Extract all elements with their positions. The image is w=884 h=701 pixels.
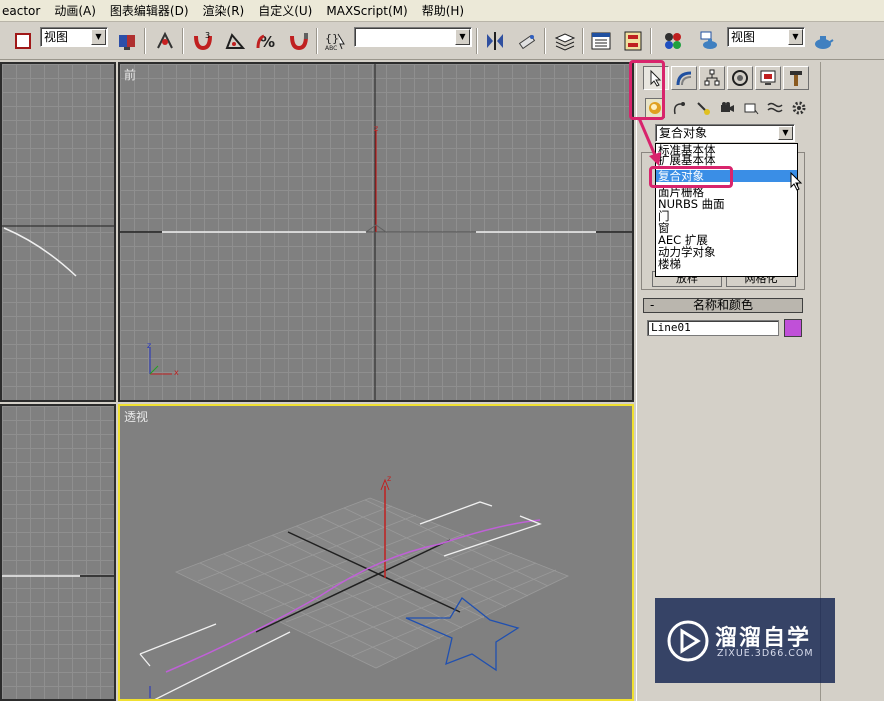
viewport-perspective[interactable]: 透视 z [118, 404, 634, 701]
object-color-swatch[interactable] [784, 319, 802, 337]
named-selection-icon[interactable]: {} ABC [322, 28, 348, 54]
manipulate-icon[interactable] [152, 28, 178, 54]
menu-reactor[interactable]: eactor [0, 0, 47, 22]
viewport-front[interactable]: 前 z z x [118, 62, 634, 402]
pivot-icon[interactable] [114, 28, 140, 54]
align-icon[interactable] [514, 28, 540, 54]
viewport-bottom-left[interactable] [0, 404, 116, 701]
chevron-down-icon: ▼ [455, 29, 470, 45]
viewport-top-left[interactable] [0, 62, 116, 402]
option-windows[interactable]: 窗 [656, 222, 797, 234]
tab-hierarchy[interactable] [699, 66, 725, 90]
option-aec-extended[interactable]: AEC 扩展 [656, 234, 797, 246]
render-scene-icon[interactable] [696, 28, 722, 54]
subtab-systems[interactable] [789, 98, 809, 118]
angle-snap-icon[interactable] [222, 28, 248, 54]
subtab-shapes[interactable] [669, 98, 689, 118]
subtab-spacewarps[interactable] [765, 98, 785, 118]
tab-utilities[interactable] [783, 66, 809, 90]
quick-render-icon[interactable] [810, 28, 836, 54]
spinner-snap-icon[interactable] [286, 28, 312, 54]
menu-bar: eactor 动画(A) 图表编辑器(D) 渲染(R) 自定义(U) MAXSc… [0, 0, 884, 22]
subtab-cameras[interactable] [717, 98, 737, 118]
annotation-arrow-icon [637, 117, 661, 166]
mirror-icon[interactable] [482, 28, 508, 54]
subtab-helpers[interactable] [741, 98, 761, 118]
object-name-field[interactable]: Line01 [647, 320, 779, 336]
axis-z-label: z [374, 124, 379, 133]
svg-text:{}: {} [325, 32, 339, 45]
rollout-name-color[interactable]: - 名称和颜色 [643, 298, 803, 313]
mouse-cursor-icon [790, 172, 803, 191]
category-combo[interactable]: 复合对象 ▼ [655, 124, 795, 142]
menu-animation[interactable]: 动画(A) [47, 0, 103, 22]
curve-editor-icon[interactable] [588, 28, 614, 54]
option-stairs[interactable]: 楼梯 [656, 258, 797, 270]
axis-z-label-small: z [147, 341, 152, 350]
watermark-logo-icon [667, 620, 709, 662]
percent-snap-icon[interactable]: % [254, 28, 280, 54]
option-nurbs-surfaces[interactable]: NURBS 曲面 [656, 198, 797, 210]
menu-rendering[interactable]: 渲染(R) [196, 0, 252, 22]
schematic-view-icon[interactable] [620, 28, 646, 54]
main-toolbar: 视图 ▼ 3 % {} ABC ▼ 视图 ▼ [0, 22, 884, 60]
tab-motion[interactable] [727, 66, 753, 90]
subtab-lights[interactable] [693, 98, 713, 118]
watermark-subtitle: ZIXUE.3D66.COM [717, 648, 814, 659]
snap-3d-icon[interactable]: 3 [190, 28, 216, 54]
select-region-icon[interactable] [10, 28, 36, 54]
option-dynamics-objects[interactable]: 动力学对象 [656, 246, 797, 258]
render-type-combo[interactable]: 视图 ▼ [727, 27, 805, 47]
chevron-down-icon: ▼ [91, 29, 106, 45]
svg-text:3: 3 [205, 31, 210, 40]
tab-display[interactable] [755, 66, 781, 90]
menu-customize[interactable]: 自定义(U) [251, 0, 319, 22]
category-dropdown-list[interactable]: 标准基本体 扩展基本体 复合对象 面片栅格 NURBS 曲面 门 窗 AEC 扩… [655, 143, 798, 277]
tab-modify[interactable] [671, 66, 697, 90]
chevron-down-icon: ▼ [778, 126, 793, 140]
menu-maxscript[interactable]: MAXScript(M) [319, 0, 414, 22]
material-editor-icon[interactable] [660, 28, 686, 54]
tab-highlight [629, 60, 665, 120]
menu-help[interactable]: 帮助(H) [415, 0, 471, 22]
layer-manager-icon[interactable] [552, 28, 578, 54]
reference-coord-combo[interactable]: 视图 ▼ [40, 27, 108, 47]
chevron-down-icon: ▼ [788, 29, 803, 45]
axis-z-label-persp: z [387, 474, 392, 483]
watermark: 溜溜自学 ZIXUE.3D66.COM [655, 598, 835, 683]
axis-x-label-small: x [174, 368, 179, 377]
svg-text:ABC: ABC [325, 45, 337, 52]
menu-graph-editors[interactable]: 图表编辑器(D) [103, 0, 196, 22]
option-extended-primitives[interactable]: 扩展基本体 [656, 154, 797, 166]
named-selection-combo[interactable]: ▼ [354, 27, 472, 47]
option-doors[interactable]: 门 [656, 210, 797, 222]
